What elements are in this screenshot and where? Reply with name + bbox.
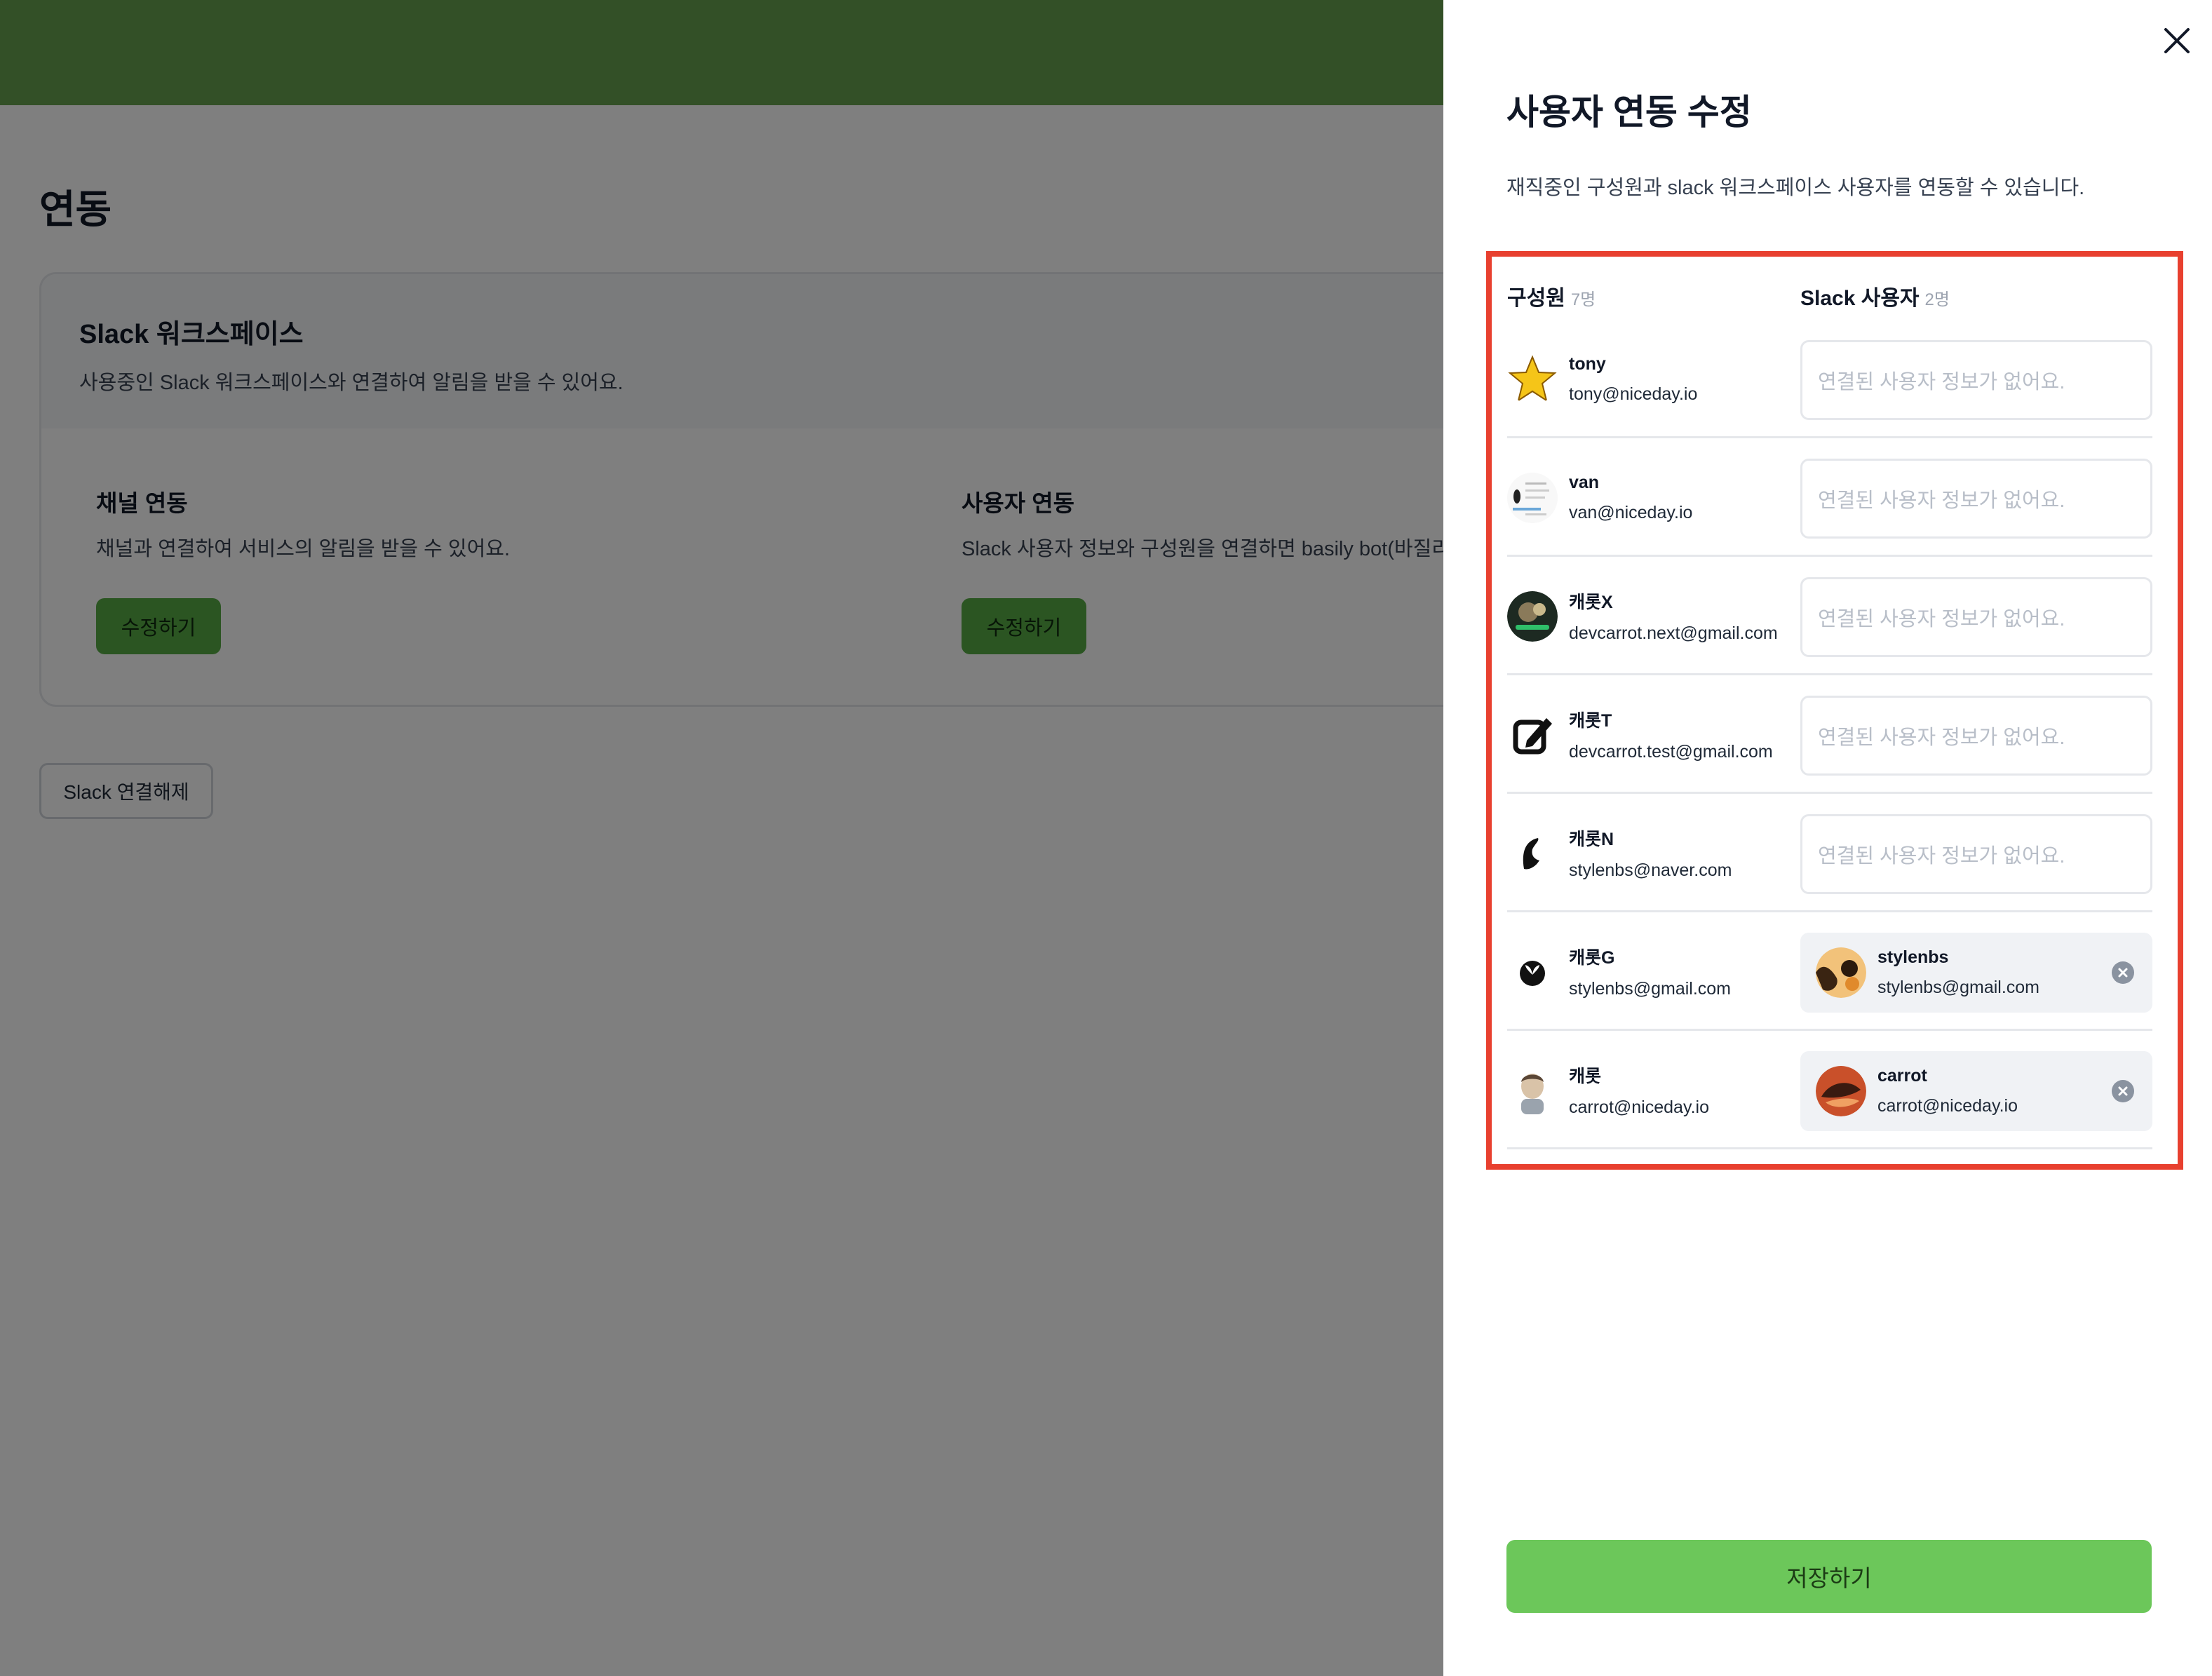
members-column-header: 구성원 7명 [1507,281,1596,311]
mapping-row: 캐롯N stylenbs@naver.com 연결된 사용자 정보가 없어요. [1507,794,2152,912]
members-header-label: 구성원 [1507,287,1565,310]
mapping-row: 캐롯X devcarrot.next@gmail.com 연결된 사용자 정보가… [1507,557,2152,675]
slack-user-email: carrot@niceday.io [1877,1096,2018,1116]
close-circle-icon [2118,1086,2128,1096]
member-email: carrot@niceday.io [1569,1097,1709,1117]
user-link-drawer: 사용자 연동 수정 재직중인 구성원과 slack 워크스페이스 사용자를 연동… [1443,0,2212,1676]
member-name: 캐롯N [1569,830,1614,849]
slack-user-select[interactable]: 연결된 사용자 정보가 없어요. [1800,340,2152,420]
member-name: 캐롯T [1569,711,1612,731]
slack-user-email: stylenbs@gmail.com [1877,978,2040,997]
drawer-description: 재직중인 구성원과 slack 워크스페이스 사용자를 연동할 수 있습니다. [1506,177,2085,199]
member-email: stylenbs@naver.com [1569,860,1732,880]
member-email: stylenbs@gmail.com [1569,979,1732,999]
linked-slack-user[interactable]: carrot carrot@niceday.io [1800,1051,2152,1131]
photo-avatar [1507,590,1558,642]
slack-user-select[interactable]: 연결된 사용자 정보가 없어요. [1800,459,2152,539]
member-name: tony [1569,353,1606,374]
member-name: 캐롯G [1569,948,1615,968]
slack-header-label: Slack 사용자 [1800,287,1920,310]
slack-user-name: carrot [1877,1066,1927,1086]
slack-user-select[interactable]: 연결된 사용자 정보가 없어요. [1800,696,2152,776]
slack-count: 2명 [1924,290,1950,309]
user-mapping-panel: 구성원 7명 Slack 사용자 2명 tony tony@niceday.io 연… [1486,251,2183,1170]
members-count: 7명 [1570,290,1596,309]
member-name: 캐롯X [1569,593,1613,612]
linked-slack-user[interactable]: stylenbs stylenbs@gmail.com [1800,933,2152,1013]
mapping-row: tony tony@niceday.io 연결된 사용자 정보가 없어요. [1507,320,2152,438]
close-icon [2164,28,2190,53]
slack-column-header: Slack 사용자 2명 [1800,281,1950,311]
unlink-button[interactable] [2112,1080,2134,1102]
member-name: 캐롯 [1569,1067,1602,1086]
photo-avatar [1816,1066,1866,1116]
edit-square-icon [1507,710,1558,760]
mapping-list: tony tony@niceday.io 연결된 사용자 정보가 없어요. va… [1507,320,2152,1149]
member-email: devcarrot.test@gmail.com [1569,742,1773,762]
slack-user-select[interactable]: 연결된 사용자 정보가 없어요. [1800,577,2152,657]
star-icon [1507,354,1558,405]
mapping-row: 캐롯G stylenbs@gmail.com stylenbs stylenbs… [1507,912,2152,1031]
member-info: 캐롯G stylenbs@gmail.com [1507,912,1731,1031]
mapping-row: 캐롯T devcarrot.test@gmail.com 연결된 사용자 정보가… [1507,675,2152,794]
modal-backdrop[interactable] [0,0,1443,1676]
member-email: van@niceday.io [1569,502,1693,522]
member-info: 캐롯T devcarrot.test@gmail.com [1507,675,1773,794]
member-info: tony tony@niceday.io [1507,320,1697,438]
leaf-icon [1507,828,1558,879]
close-circle-icon [2118,968,2128,978]
photo-avatar [1816,947,1866,998]
person-avatar [1507,1065,1558,1116]
sprout-icon [1507,947,1558,997]
member-email: devcarrot.next@gmail.com [1569,623,1778,643]
member-info: 캐롯 carrot@niceday.io [1507,1031,1709,1149]
unlink-button[interactable] [2112,961,2134,984]
document-thumbnail [1507,472,1558,523]
drawer-title: 사용자 연동 수정 [1506,93,1752,132]
member-email: tony@niceday.io [1569,384,1698,404]
member-info: 캐롯N stylenbs@naver.com [1507,794,1732,912]
slack-user-name: stylenbs [1877,947,1949,967]
member-info: 캐롯X devcarrot.next@gmail.com [1507,557,1778,675]
close-button[interactable] [2154,18,2199,63]
member-name: van [1569,472,1600,492]
slack-user-select[interactable]: 연결된 사용자 정보가 없어요. [1800,814,2152,894]
mapping-row: van van@niceday.io 연결된 사용자 정보가 없어요. [1507,438,2152,557]
member-info: van van@niceday.io [1507,438,1692,557]
save-button[interactable]: 저장하기 [1506,1540,2152,1613]
mapping-row: 캐롯 carrot@niceday.io carrot carrot@niced… [1507,1031,2152,1149]
